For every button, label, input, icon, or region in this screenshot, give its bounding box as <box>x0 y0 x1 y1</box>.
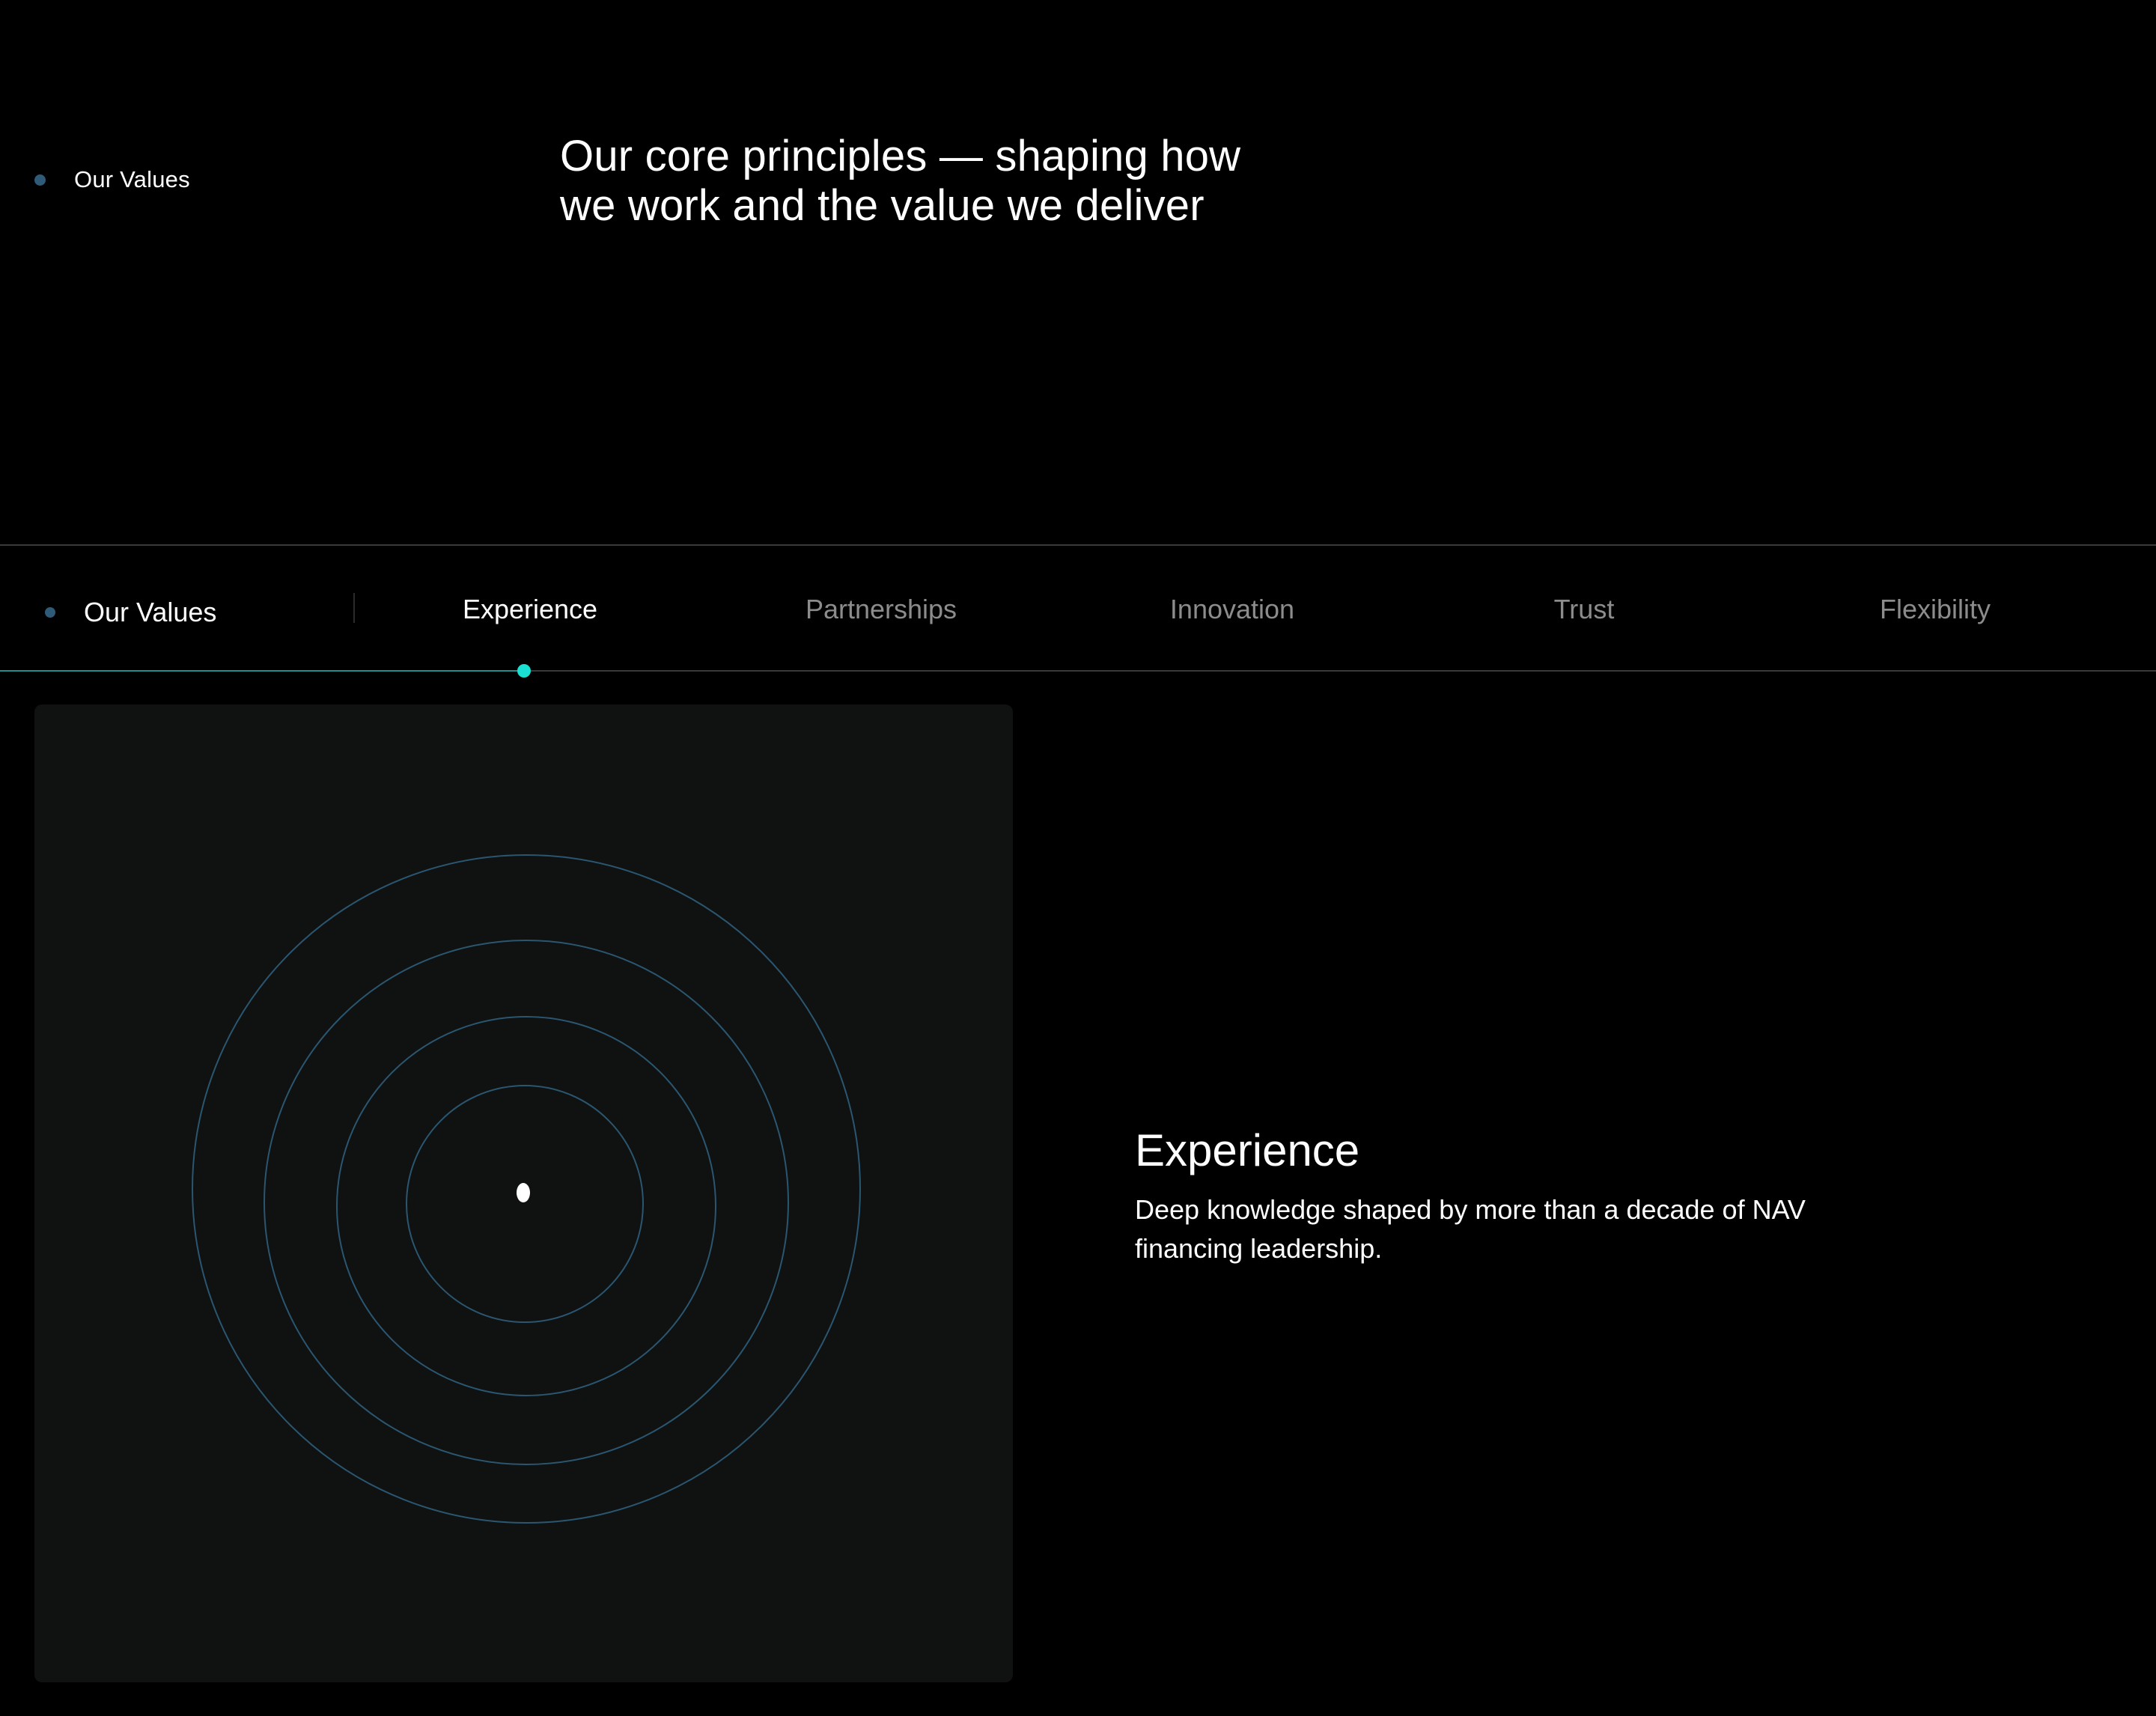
headline-line-1: Our core principles — shaping how <box>560 132 1241 180</box>
tabbar-label-text: Our Values <box>84 597 217 627</box>
section-label-text: Our Values <box>74 166 190 192</box>
tab-progress-knob[interactable] <box>517 664 531 678</box>
ring-second <box>336 1016 716 1396</box>
center-dot <box>517 1183 530 1202</box>
value-title: Experience <box>1135 1125 1360 1175</box>
values-tabbar: Our Values Experience Partnerships Innov… <box>0 544 2156 672</box>
section-headline: Our core principles — shaping how we wor… <box>560 132 1309 231</box>
concentric-rings-illustration-icon <box>192 854 861 1524</box>
bullet-dot-icon <box>45 607 55 618</box>
tab-progress-fill <box>0 670 524 672</box>
headline-line-2: we work and the value we deliver <box>560 181 1205 230</box>
page: Our Values Our core principles — shaping… <box>0 0 2156 1716</box>
tab-experience[interactable]: Experience <box>373 594 687 625</box>
bullet-dot-icon <box>34 174 46 186</box>
tab-innovation[interactable]: Innovation <box>1075 594 1389 625</box>
tab-partnerships[interactable]: Partnerships <box>724 594 1038 625</box>
tab-flexibility[interactable]: Flexibility <box>1778 594 2092 625</box>
illustration-card <box>34 705 1013 1682</box>
tab-progress-track <box>0 664 2156 678</box>
tab-trust[interactable]: Trust <box>1427 594 1741 625</box>
description-line-2: financing leadership. <box>1135 1233 1383 1264</box>
value-description: Deep knowledge shaped by more than a dec… <box>1135 1190 1884 1268</box>
tabbar-label: Our Values <box>45 597 216 628</box>
section-label: Our Values <box>34 166 190 193</box>
ring-inner <box>406 1085 644 1323</box>
tab-divider <box>353 593 355 623</box>
description-line-1: Deep knowledge shaped by more than a dec… <box>1135 1194 1806 1225</box>
ring-third <box>264 940 789 1465</box>
